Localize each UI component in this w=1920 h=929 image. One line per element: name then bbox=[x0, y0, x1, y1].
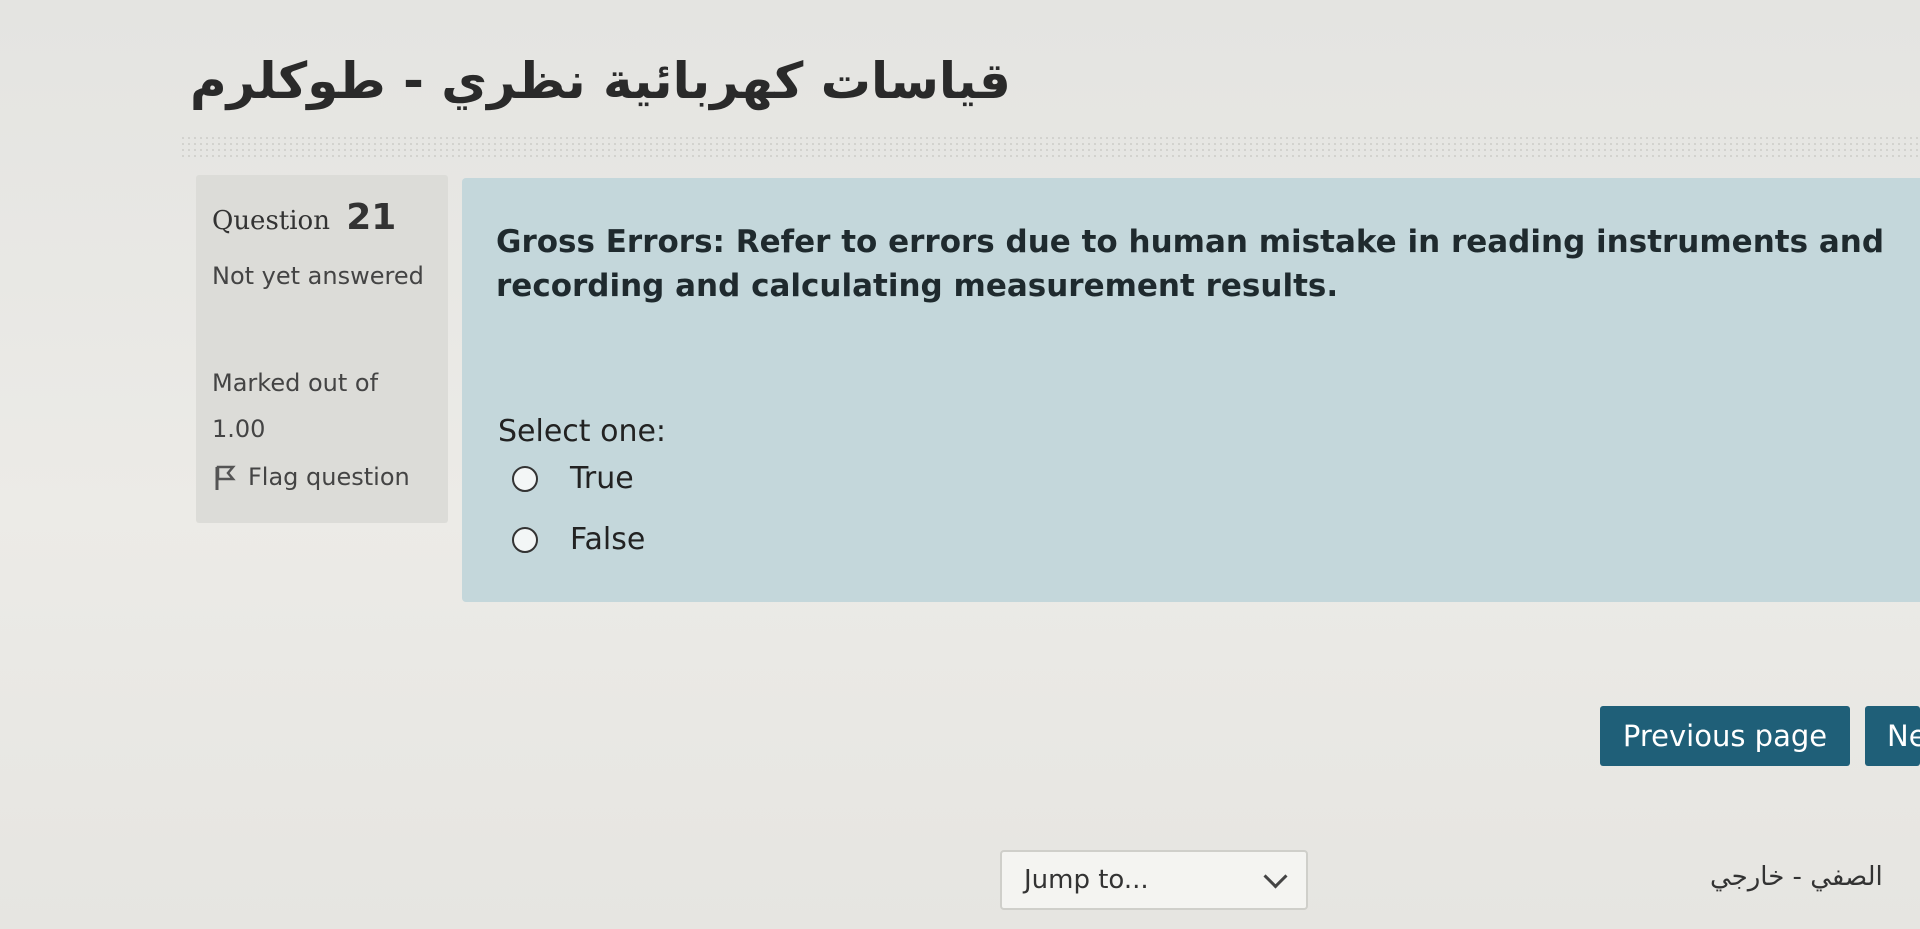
flag-question-label: Flag question bbox=[248, 463, 410, 491]
course-title: قياسات كهربائية نظري - طوكلرم bbox=[190, 52, 1011, 110]
question-number-label: Question 21 bbox=[212, 197, 396, 238]
question-text: Gross Errors: Refer to errors due to hum… bbox=[496, 224, 1885, 304]
radio-icon[interactable] bbox=[512, 465, 538, 492]
next-page-button[interactable]: Ne bbox=[1865, 706, 1920, 766]
radio-icon[interactable] bbox=[512, 526, 538, 553]
option-label: False bbox=[570, 522, 646, 557]
next-activity-link[interactable]: الصفي - خارجي bbox=[1710, 862, 1883, 892]
question-info-panel: Question 21 Not yet answered Marked out … bbox=[196, 175, 448, 523]
flag-icon bbox=[212, 463, 238, 491]
question-grade: Marked out of 1.00 bbox=[212, 369, 379, 443]
divider bbox=[180, 135, 1920, 159]
flag-question-link[interactable]: Flag question bbox=[212, 463, 410, 491]
quiz-page: قياسات كهربائية نظري - طوكلرم Question 2… bbox=[0, 0, 1920, 929]
question-number: 21 bbox=[346, 197, 397, 238]
option-true[interactable]: True bbox=[512, 461, 634, 496]
question-label-text: Question bbox=[212, 206, 330, 236]
option-label: True bbox=[570, 461, 634, 496]
question-content: Gross Errors: Refer to errors due to hum… bbox=[462, 178, 1920, 602]
jump-to-label: Jump to... bbox=[1024, 865, 1149, 895]
question-state: Not yet answered bbox=[212, 262, 424, 290]
previous-page-button[interactable]: Previous page bbox=[1600, 706, 1850, 766]
option-false[interactable]: False bbox=[512, 522, 645, 557]
jump-to-select[interactable]: Jump to... bbox=[1000, 850, 1308, 910]
chevron-down-icon bbox=[1263, 863, 1288, 889]
select-one-prompt: Select one: bbox=[498, 414, 667, 449]
